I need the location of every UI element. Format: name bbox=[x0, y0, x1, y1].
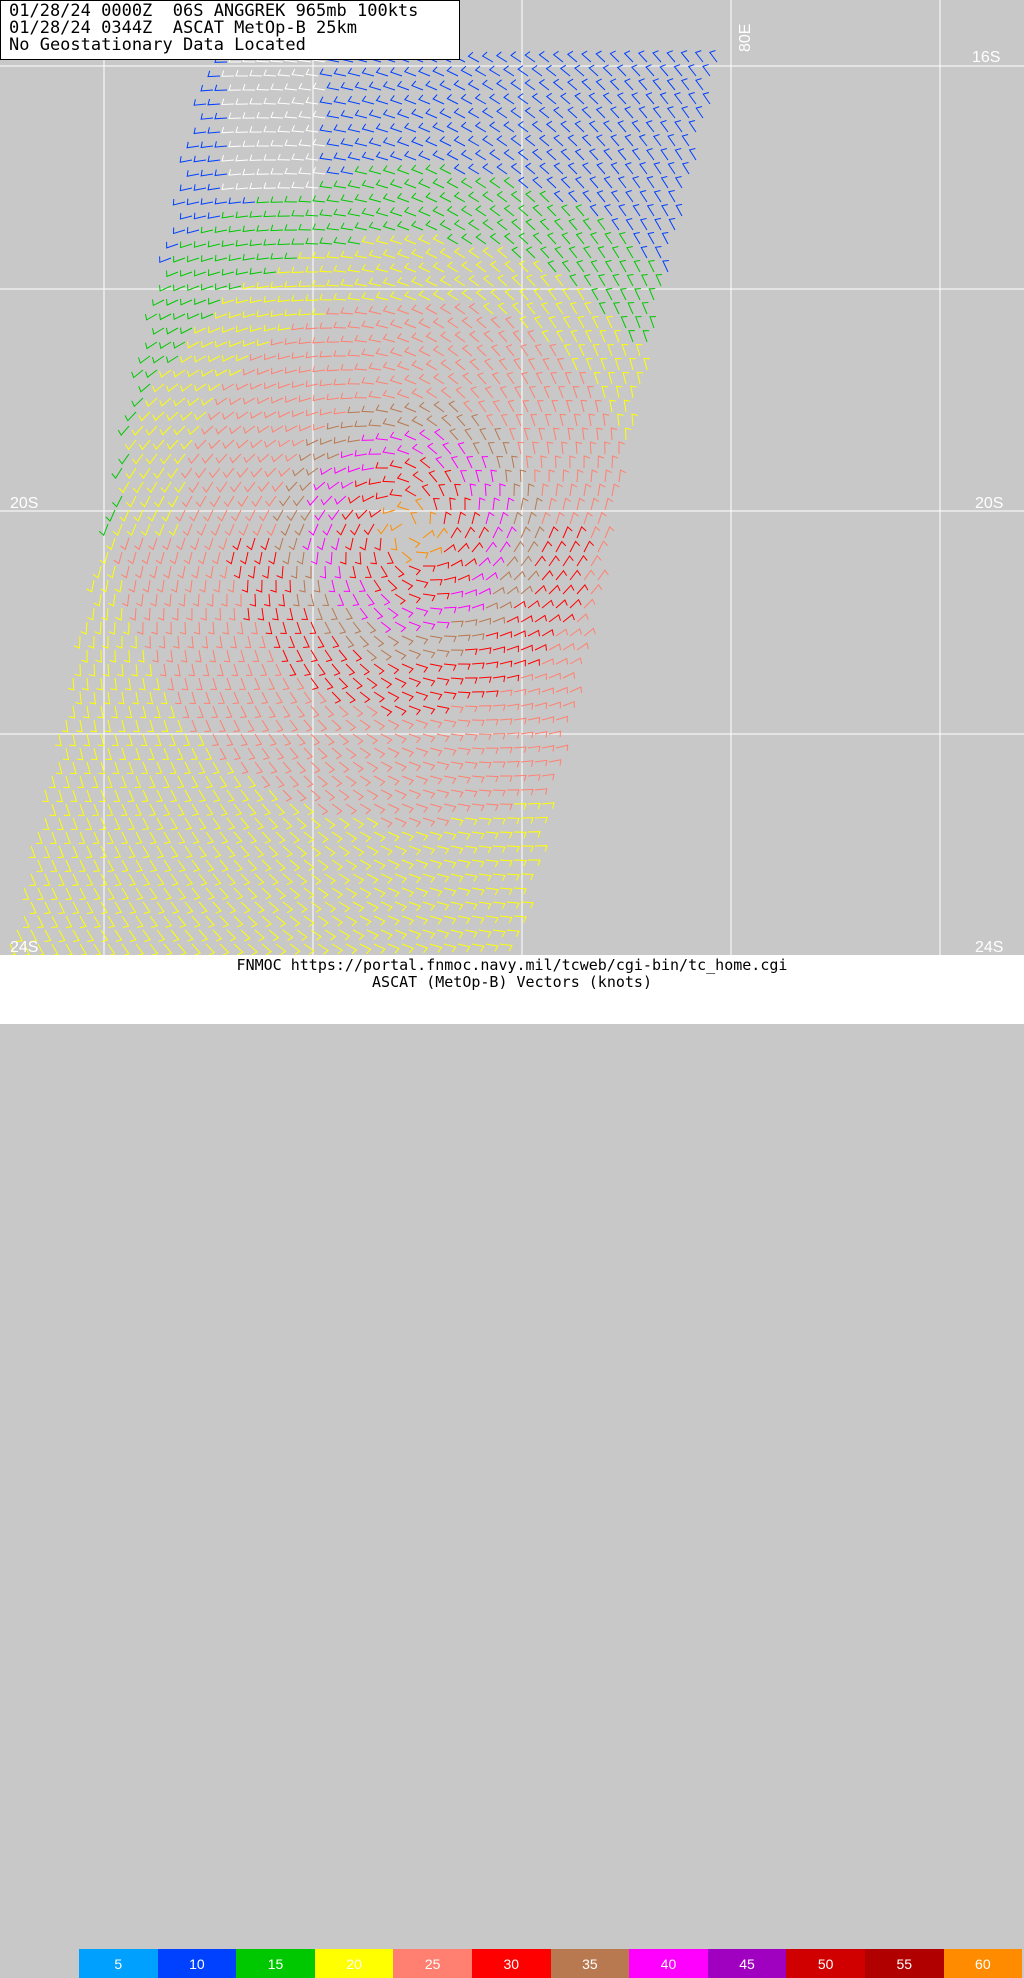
legend-cell-15: 15 bbox=[236, 1949, 315, 1978]
legend-cell-45: 45 bbox=[707, 1949, 787, 1978]
info-header: 01/28/24 0000Z 06S ANGGREK 965mb 100kts … bbox=[0, 0, 460, 60]
ascat-wind-map: 16S 20S 20S 24S 24S 80E bbox=[0, 0, 1024, 955]
legend-cell-20: 20 bbox=[314, 1949, 394, 1978]
legend-cell-5: 5 bbox=[79, 1949, 158, 1978]
legend-cell-55: 55 bbox=[864, 1949, 944, 1978]
lat-label-20s-right: 20S bbox=[975, 495, 1003, 512]
header-line-geo: No Geostationary Data Located bbox=[9, 35, 306, 55]
source-url: FNMOC https://portal.fnmoc.navy.mil/tcwe… bbox=[236, 956, 788, 974]
legend-cell-25: 25 bbox=[393, 1949, 472, 1978]
lat-label-16s-right: 16S bbox=[972, 49, 1000, 66]
legend-cell-60: 60 bbox=[943, 1949, 1023, 1978]
lat-label-20s-left: 20S bbox=[10, 495, 38, 512]
wind-speed-color-scale: 5 10 15 20 25 30 35 40 45 50 55 60 bbox=[79, 1949, 1023, 1978]
legend-title: ASCAT (MetOp-B) Vectors (knots) bbox=[372, 973, 652, 991]
legend-cell-30: 30 bbox=[471, 1949, 551, 1978]
map-labels: 16S 20S 20S 24S 24S 80E bbox=[10, 24, 1003, 955]
lat-label-24s-right: 24S bbox=[975, 939, 1003, 955]
legend-cell-10: 10 bbox=[157, 1949, 237, 1978]
wind-barbs bbox=[9, 50, 718, 955]
legend-cell-40: 40 bbox=[629, 1949, 708, 1978]
lon-label-80e: 80E bbox=[737, 24, 754, 52]
lat-label-24s-left: 24S bbox=[10, 939, 38, 955]
footer: FNMOC https://portal.fnmoc.navy.mil/tcwe… bbox=[0, 955, 1024, 1978]
legend-cell-35: 35 bbox=[550, 1949, 630, 1978]
legend-cell-50: 50 bbox=[786, 1949, 865, 1978]
